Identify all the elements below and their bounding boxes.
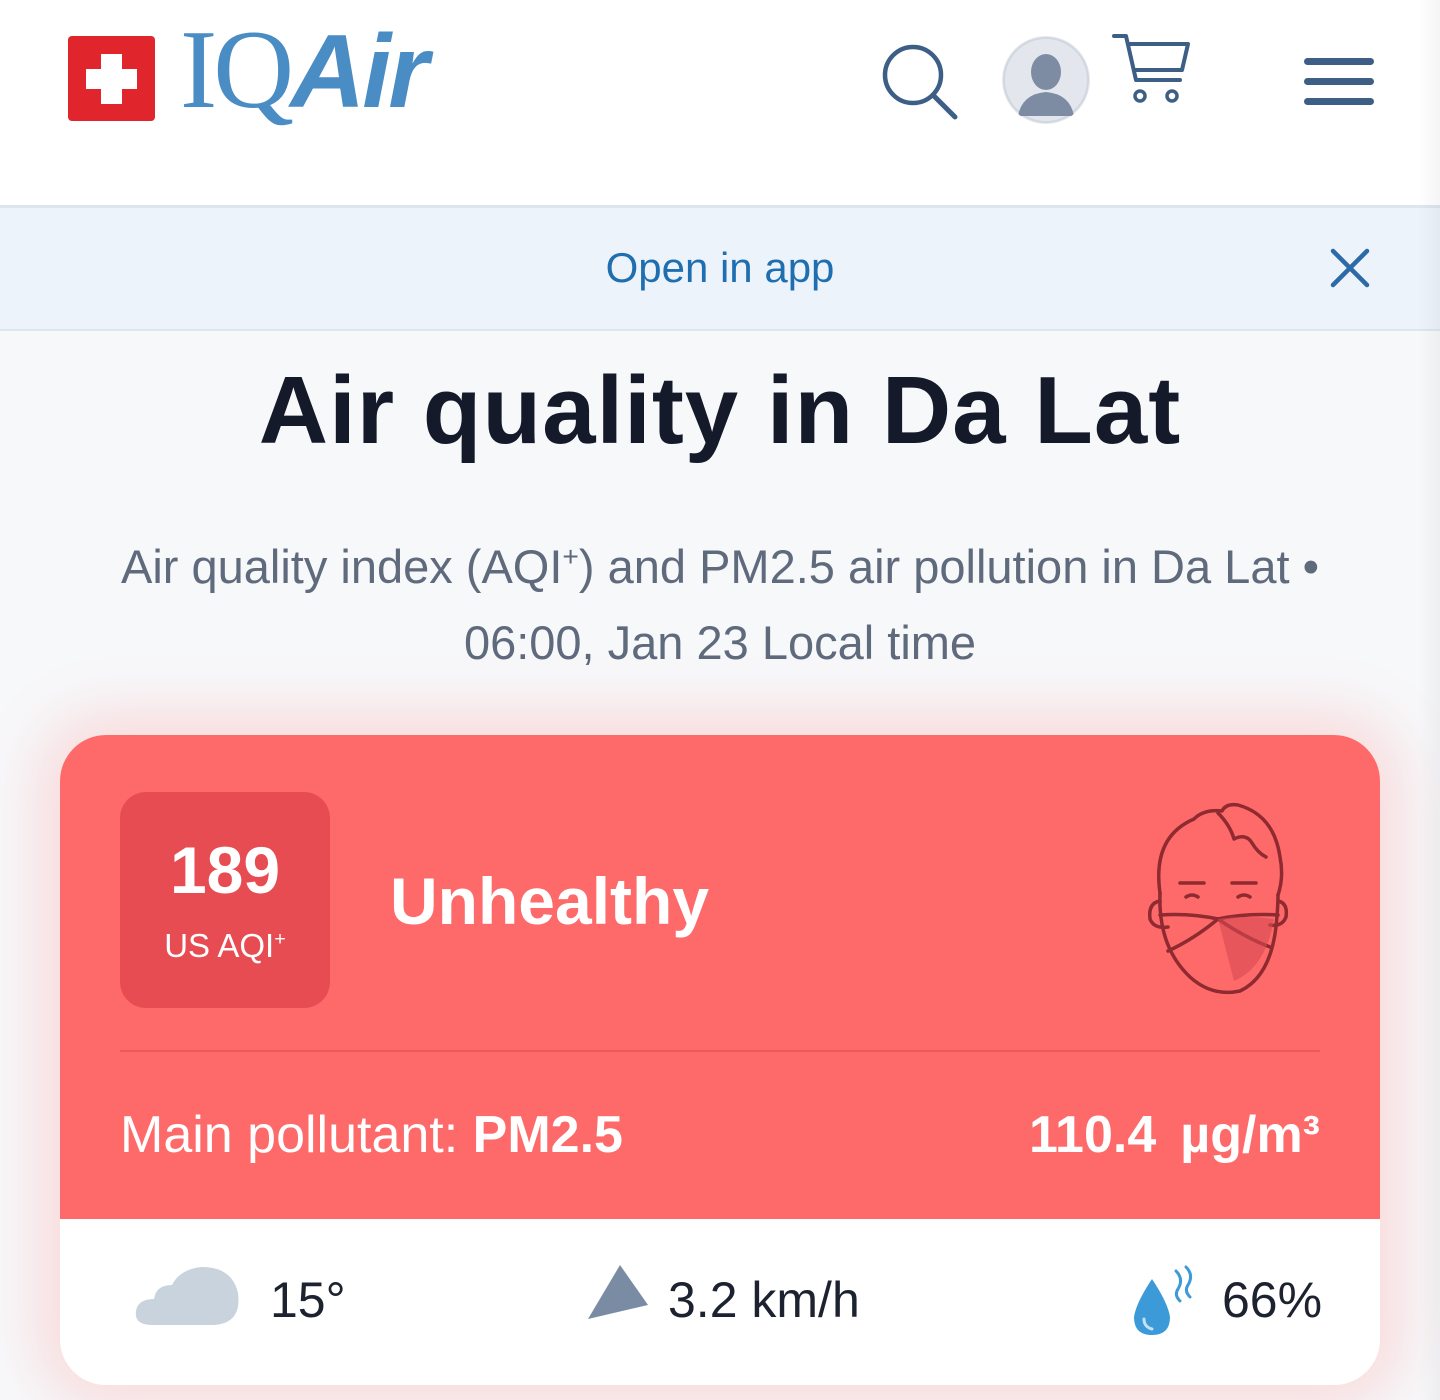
subtitle-text: Air quality index (AQI [120, 539, 563, 593]
aqi-unit-text: US AQI [164, 927, 275, 964]
wind-direction-icon [588, 1265, 648, 1319]
humidity-value: 66% [1222, 1272, 1323, 1328]
aqi-status-label: Unhealthy [390, 864, 710, 938]
main-pollutant-label: Main pollutant: [120, 1106, 473, 1164]
card-divider [120, 1050, 1320, 1052]
hamburger-menu-icon[interactable] [1304, 56, 1374, 108]
aqi-status-panel: 189 US AQI+ Unhealthy Main pollutant: PM… [60, 735, 1380, 1219]
site-header: IQAir [0, 0, 1440, 205]
weather-row: 15° 3.2 km/h 66% [60, 1219, 1380, 1385]
close-icon[interactable] [1328, 246, 1372, 290]
local-time: 06:00, Jan 23 Local time [463, 615, 977, 669]
page-scroll-edge [1418, 0, 1440, 1400]
concentration-unit: µg/m³ [1180, 1106, 1320, 1164]
logo-text-iq: IQ [180, 8, 294, 132]
aqi-unit: US AQI+ [120, 927, 330, 965]
aqi-badge: 189 US AQI+ [120, 792, 330, 1008]
cart-icon[interactable] [1110, 30, 1192, 110]
user-avatar-icon [1003, 37, 1089, 123]
main-pollutant: Main pollutant: PM2.5 [120, 1105, 623, 1165]
aqi-unit-plus: + [274, 928, 286, 951]
pollutant-concentration: 110.4 µg/m³ [1029, 1105, 1320, 1165]
aqi-card: 189 US AQI+ Unhealthy Main pollutant: PM… [60, 735, 1380, 1385]
subtitle-plus: + [562, 540, 579, 572]
swiss-flag-logo-icon[interactable] [68, 36, 155, 121]
face-mask-icon [1147, 802, 1289, 995]
wind-speed-value: 3.2 km/h [668, 1272, 860, 1328]
iqair-logo[interactable]: IQAir [180, 14, 429, 126]
page-title: Air quality in Da Lat [258, 357, 1182, 464]
open-in-app-banner: Open in app [0, 205, 1440, 331]
concentration-value: 110.4 [1029, 1106, 1157, 1164]
user-avatar[interactable] [1002, 36, 1090, 124]
subtitle-text-rest: ) and PM2.5 air pollution in Da Lat • [578, 539, 1320, 593]
open-in-app-link[interactable]: Open in app [0, 244, 1440, 292]
search-icon[interactable] [880, 42, 960, 122]
logo-text-air: Air [290, 14, 428, 130]
temperature-value: 15° [270, 1272, 346, 1328]
cloud-icon [135, 1267, 239, 1325]
aqi-value: 189 [169, 833, 281, 907]
page-subtitle: Air quality index (AQI+) and PM2.5 air p… [50, 518, 1390, 681]
humidity-icon [1134, 1265, 1193, 1335]
main-pollutant-value: PM2.5 [472, 1106, 623, 1164]
